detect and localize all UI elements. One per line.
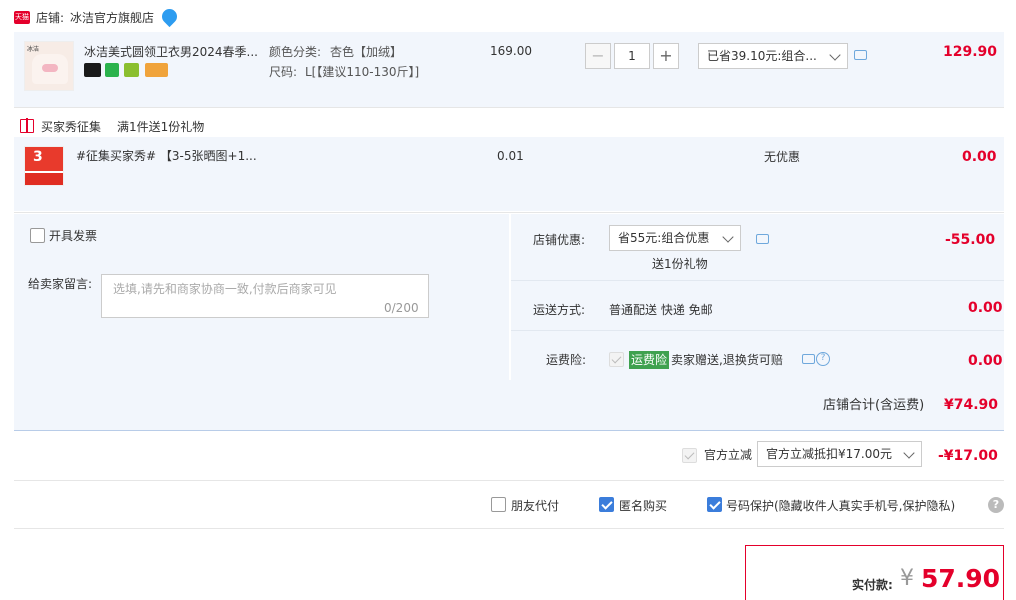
insurance-checkbox (609, 352, 624, 367)
gift-thumb-footer (25, 173, 63, 185)
quantity-input[interactable]: 1 (614, 43, 650, 69)
seven-day-return-icon (105, 63, 119, 77)
payment-label: 实付款: (852, 578, 893, 592)
discount-info-icon[interactable] (756, 234, 769, 244)
card-badge-icon (145, 63, 168, 77)
insurance-amount: 0.00 (968, 353, 1003, 369)
official-discount-label: 官方立减 (704, 448, 753, 462)
message-counter: 0/200 (384, 301, 419, 315)
promo-info-icon[interactable] (854, 50, 867, 60)
shop-total-label: 店铺合计(含运费) (823, 398, 925, 413)
shipping-label: 运送方式: (533, 303, 586, 317)
privacy-label: 号码保护(隐藏收件人真实手机号,保护隐私) (726, 499, 956, 513)
gift-thumb-banner (25, 147, 63, 171)
divider (14, 480, 1004, 481)
chevron-down-icon (903, 447, 915, 459)
currency-symbol: ¥ (900, 566, 914, 591)
friend-pay-checkbox[interactable] (491, 497, 506, 512)
insurance-chat-icon[interactable] (802, 354, 815, 364)
tmall-badge-icon: 天猫 (14, 11, 30, 24)
official-discount-select[interactable]: 官方立减抵扣¥17.00元 (757, 441, 922, 467)
invoice-label: 开具发票 (49, 229, 98, 243)
shop-discount-label: 店铺优惠: (533, 233, 586, 247)
new-badge-icon (84, 63, 101, 77)
insurance-tag: 运费险 (629, 351, 670, 369)
item-subtotal: 129.90 (943, 44, 998, 60)
anonymous-checkbox[interactable] (599, 497, 614, 512)
friend-pay-label: 朋友代付 (511, 499, 560, 513)
invoice-checkbox[interactable] (30, 228, 45, 243)
insurance-help-icon[interactable]: ? (816, 352, 830, 366)
shipping-amount: 0.00 (968, 300, 1003, 316)
official-discount-amount: -¥17.00 (938, 448, 998, 464)
item-promo-value: 已省39.10元:组合... (707, 49, 817, 63)
divider (511, 280, 1004, 281)
anonymous-label: 匿名购买 (619, 499, 668, 513)
insurance-text: 卖家赠送,退换货可赔 (671, 353, 783, 367)
shop-discount-amount: -55.00 (945, 232, 996, 248)
shipping-value: 普通配送 快递 免邮 (609, 303, 713, 317)
gift-thumb-number: 3 (33, 149, 43, 165)
gift-note: 送1份礼物 (652, 257, 708, 271)
gift-thumbnail[interactable]: 3 (24, 146, 64, 186)
divider (14, 212, 1004, 213)
divider (14, 107, 1004, 108)
item-promo-select[interactable]: 已省39.10元:组合... (698, 43, 848, 69)
message-placeholder: 选填,请先和商家协商一致,付款后商家可见 (113, 282, 337, 296)
gift-subtotal: 0.00 (962, 149, 997, 165)
shop-name-link[interactable]: 冰洁官方旗舰店 (70, 10, 154, 26)
brand-logo-mark: 冰洁 (27, 46, 40, 53)
color-value: 杏色【加绒】 (330, 45, 403, 59)
size-label: 尺码: (269, 65, 298, 79)
gift-icon (20, 118, 34, 133)
official-discount-value: 官方立减抵扣¥17.00元 (766, 447, 892, 461)
shop-label: 店铺: (36, 11, 65, 25)
chevron-down-icon (829, 49, 841, 61)
divider (14, 430, 1004, 431)
chat-icon[interactable] (158, 5, 181, 28)
insurance-label: 运费险: (546, 353, 587, 367)
divider (14, 528, 1004, 529)
gift-item-title-link[interactable]: #征集买家秀# 【3-5张晒图+1... (76, 148, 257, 164)
shop-total-amount: ¥74.90 (944, 397, 999, 413)
shield-badge-icon (124, 63, 139, 77)
official-discount-checkbox (682, 448, 697, 463)
message-label: 给卖家留言: (28, 277, 93, 291)
shop-discount-value: 省55元:组合优惠 (618, 231, 710, 245)
gift-section-title: 买家秀征集 (41, 120, 102, 134)
payment-summary-box: 实付款: ¥ 57.90 (745, 545, 1004, 600)
chevron-down-icon (722, 231, 734, 243)
qty-plus-button[interactable]: + (653, 43, 679, 69)
shirt-print (42, 64, 58, 72)
gift-rule: 满1件送1份礼物 (117, 120, 205, 134)
product-thumbnail[interactable]: 冰洁 (24, 41, 74, 91)
help-icon[interactable]: ? (988, 497, 1004, 513)
qty-minus-button[interactable]: − (585, 43, 611, 69)
gift-promo-text: 无优惠 (764, 150, 801, 164)
payment-amount: 57.90 (921, 564, 1001, 593)
unit-price: 169.00 (490, 44, 532, 58)
color-label: 颜色分类: (269, 45, 322, 59)
gift-unit-price: 0.01 (497, 149, 524, 163)
divider (511, 330, 1004, 331)
message-textarea[interactable]: 选填,请先和商家协商一致,付款后商家可见 0/200 (101, 274, 429, 318)
privacy-checkbox[interactable] (707, 497, 722, 512)
product-title-link[interactable]: 冰洁美式圆领卫衣男2024春季... (84, 44, 258, 60)
shop-discount-select[interactable]: 省55元:组合优惠 (609, 225, 741, 251)
size-value: L[【建议110-130斤】] (305, 65, 420, 79)
